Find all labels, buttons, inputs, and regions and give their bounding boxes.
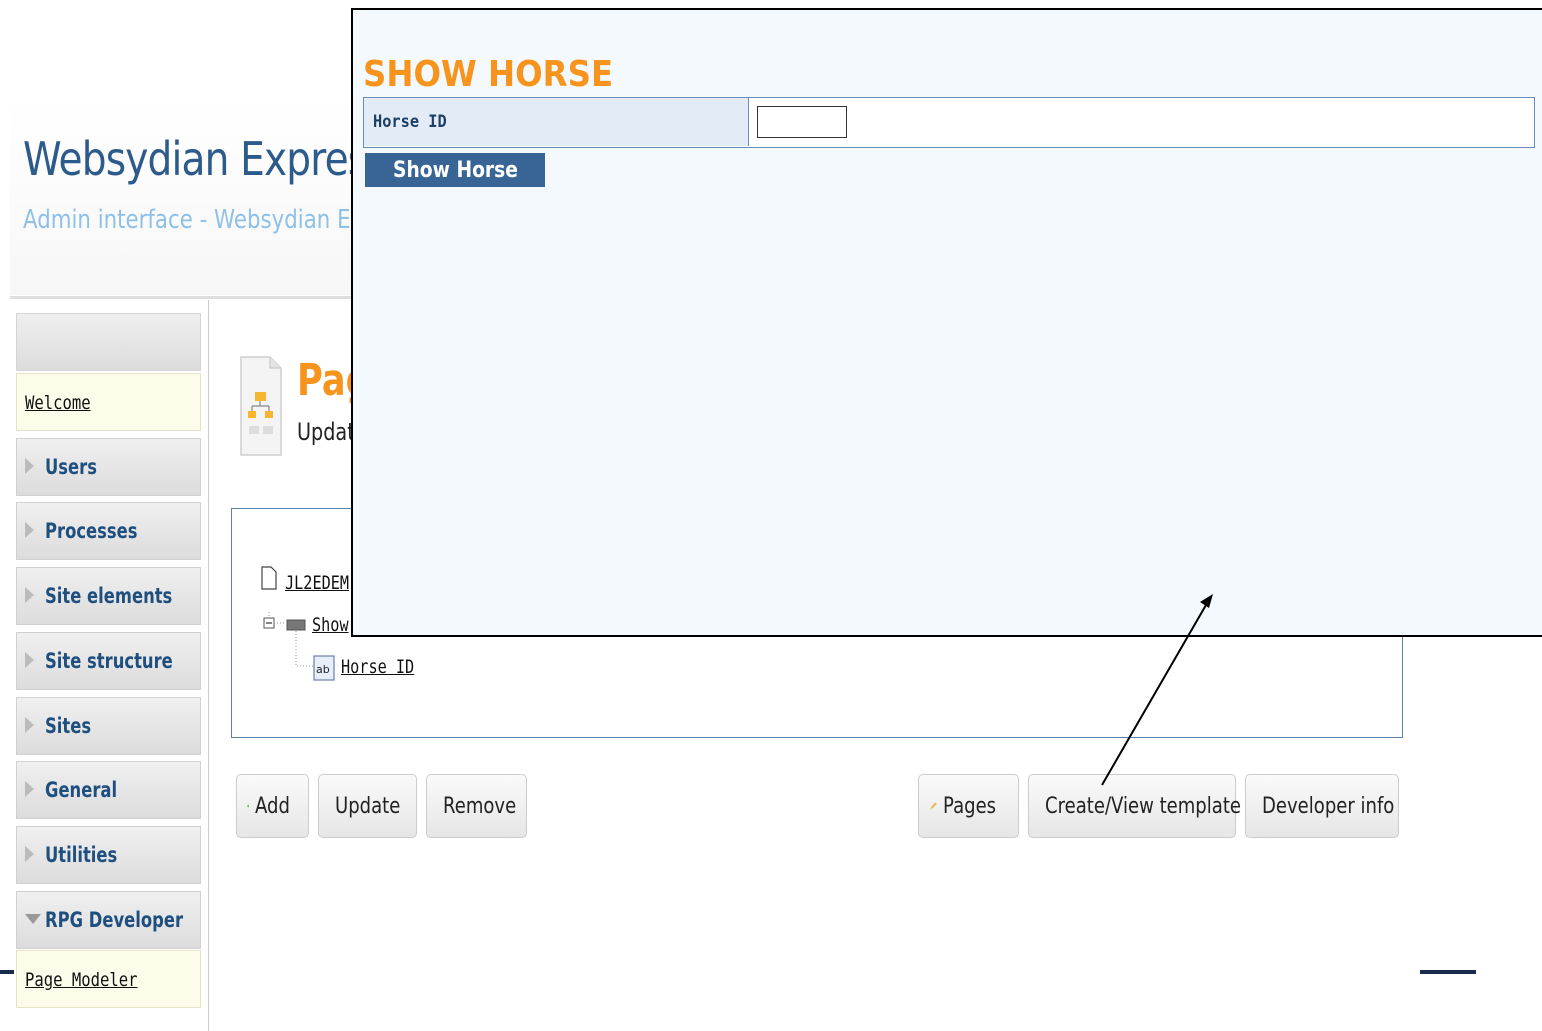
sidebar-item-utilities[interactable]: Utilities	[16, 826, 201, 884]
sidebar-item-label: Utilities	[45, 843, 118, 867]
app-subtitle: Admin interface - Websydian Expre	[23, 205, 399, 235]
plus-icon	[247, 804, 250, 808]
create-view-template-button[interactable]: Create/View template	[1028, 774, 1241, 838]
add-button-label: Add	[255, 793, 291, 819]
update-button[interactable]: Update	[318, 774, 417, 838]
tree-leaf-node[interactable]: Horse ID	[341, 656, 414, 678]
sidebar-item-label: Processes	[45, 519, 138, 543]
show-horse-button[interactable]: Show Horse	[365, 153, 545, 187]
pencil-icon	[930, 802, 937, 810]
sidebar-item-label: General	[45, 778, 118, 802]
group-icon	[286, 619, 306, 631]
sidebar-item-label: Users	[45, 455, 97, 479]
page-document-icon	[240, 356, 282, 456]
expand-arrow-icon	[25, 652, 34, 668]
add-button[interactable]: Add	[236, 774, 309, 838]
page-subtitle: Updat	[297, 418, 355, 446]
sidebar-item-general[interactable]: General	[16, 761, 201, 819]
expand-arrow-icon	[25, 717, 34, 733]
document-icon	[261, 566, 277, 590]
tree-child-node[interactable]: Show	[312, 614, 349, 636]
sidebar-item-users[interactable]: Users	[16, 438, 201, 496]
show-horse-form-table: Horse ID	[363, 97, 1535, 148]
welcome-link[interactable]: Welcome	[25, 392, 91, 414]
page-modeler-link[interactable]: Page Modeler	[25, 969, 138, 991]
tree-root-node[interactable]: JL2EDEM	[285, 572, 349, 594]
sidebar-item-label: Site structure	[45, 649, 173, 673]
remove-button[interactable]: Remove	[426, 774, 527, 838]
footer-line	[0, 970, 14, 974]
sidebar-item-site-elements[interactable]: Site elements	[16, 567, 201, 625]
text-field-icon: ab	[313, 655, 335, 681]
horse-id-input[interactable]	[757, 106, 847, 138]
sidebar-header	[16, 313, 201, 371]
sidebar-item-sites[interactable]: Sites	[16, 697, 201, 755]
pages-button-label: Pages	[943, 793, 997, 819]
sidebar-item-page-modeler[interactable]: Page Modeler	[16, 950, 201, 1008]
sidebar-item-site-structure[interactable]: Site structure	[16, 632, 201, 690]
show-horse-button-label: Show Horse	[392, 157, 518, 183]
developer-info-button[interactable]: Developer info	[1245, 774, 1399, 838]
sidebar-item-label: Site elements	[45, 584, 173, 608]
app-title: Websydian Express	[23, 132, 388, 186]
expand-arrow-icon	[25, 781, 34, 797]
sidebar-item-processes[interactable]: Processes	[16, 502, 201, 560]
expand-arrow-icon	[25, 522, 34, 538]
sidebar-item-rpg-developer[interactable]: RPG Developer	[16, 891, 201, 949]
sidebar-item-label: RPG Developer	[45, 908, 184, 932]
update-button-label: Update	[335, 793, 401, 819]
horse-id-label-cell: Horse ID	[364, 98, 749, 146]
svg-text:ab: ab	[316, 663, 330, 676]
remove-button-label: Remove	[443, 793, 517, 819]
sidebar-item-label: Sites	[45, 714, 92, 738]
expand-arrow-icon	[25, 587, 34, 603]
horse-id-label: Horse ID	[373, 112, 447, 132]
expand-arrow-icon	[25, 846, 34, 862]
collapse-arrow-icon	[25, 914, 41, 924]
footer-line	[1420, 970, 1476, 974]
pages-button[interactable]: Pages	[918, 774, 1019, 838]
sidebar-item-welcome[interactable]: Welcome	[16, 373, 201, 431]
developer-info-label: Developer info	[1262, 793, 1395, 819]
expand-arrow-icon	[25, 458, 34, 474]
show-horse-title: SHOW HORSE	[363, 54, 614, 95]
create-view-template-label: Create/View template	[1045, 793, 1242, 819]
